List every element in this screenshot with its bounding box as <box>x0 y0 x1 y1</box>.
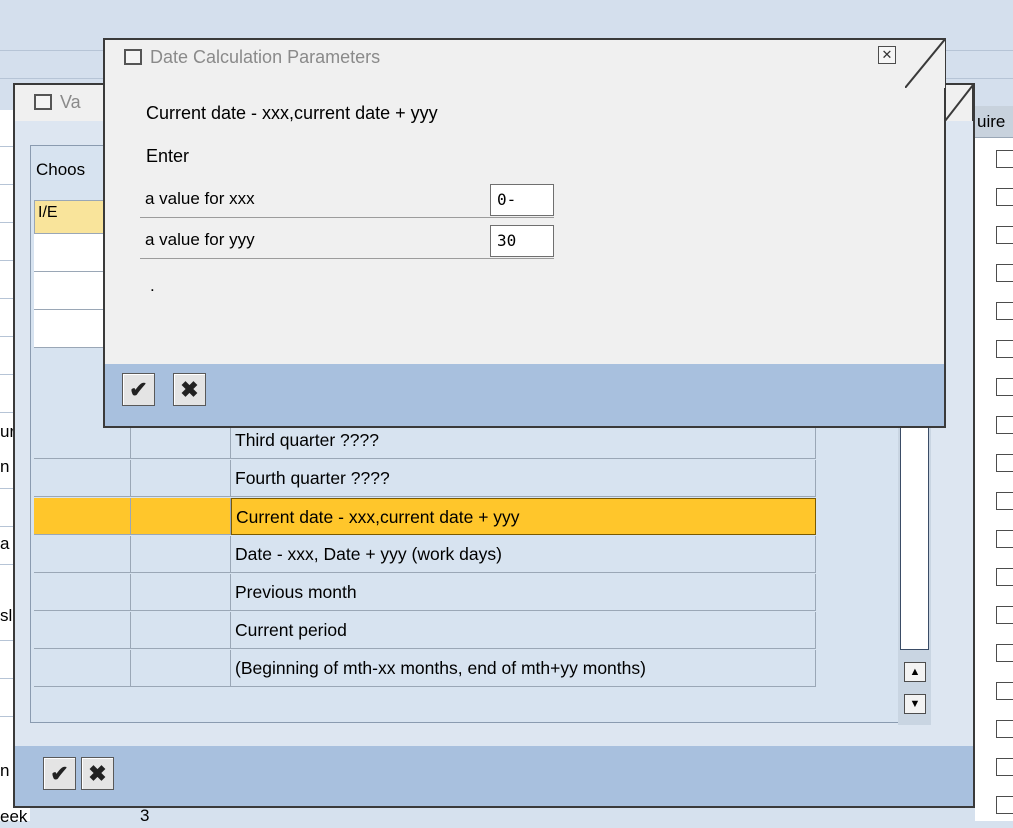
confirm-button[interactable]: ✔ <box>43 757 76 790</box>
background-checkbox[interactable] <box>996 454 1013 472</box>
window-icon <box>124 49 142 65</box>
param-label: a value for xxx <box>145 189 255 208</box>
background-checkbox[interactable] <box>996 720 1013 738</box>
row-label: Fourth quarter ???? <box>231 460 816 497</box>
row-label: Current period <box>231 612 816 649</box>
row-cell <box>131 498 231 535</box>
param-label: a value for yyy <box>145 230 255 249</box>
background-checkbox[interactable] <box>996 340 1013 358</box>
value-list-row[interactable]: Current period <box>34 612 816 649</box>
value-list-row[interactable]: Previous month <box>34 574 816 611</box>
row-cell <box>131 536 231 573</box>
background-cell-value: 3 <box>140 806 150 825</box>
confirm-button[interactable]: ✔ <box>122 373 155 406</box>
row-cell <box>131 612 231 649</box>
choose-label: Choos <box>36 160 86 179</box>
value-list-row-selected[interactable]: Current date - xxx,current date + yyy <box>34 498 816 535</box>
background-checkbox[interactable] <box>996 644 1013 662</box>
value-dialog-title: Va <box>60 92 81 112</box>
background-checkbox[interactable] <box>996 188 1013 206</box>
row-label: Current date - xxx,current date + yyy <box>231 498 816 535</box>
row-label: (Beginning of mth-xx months, end of mth+… <box>231 650 816 687</box>
background-checkbox[interactable] <box>996 492 1013 510</box>
background-checkbox[interactable] <box>996 682 1013 700</box>
background-checkbox[interactable] <box>996 150 1013 168</box>
close-icon[interactable]: ✕ <box>878 46 896 64</box>
param-row-yyy: a value for yyy 30 <box>140 221 554 259</box>
row-cell <box>34 612 131 649</box>
scroll-down-icon[interactable]: ▼ <box>904 694 926 714</box>
yyy-value-input[interactable]: 30 <box>490 225 554 257</box>
scroll-up-icon[interactable]: ▲ <box>904 662 926 682</box>
window-icon <box>34 94 52 110</box>
xxx-value-input[interactable]: 0- <box>490 184 554 216</box>
background-checkbox[interactable] <box>996 606 1013 624</box>
value-list-row[interactable]: (Beginning of mth-xx months, end of mth+… <box>34 650 816 687</box>
value-dialog-footer <box>15 746 973 806</box>
background-checkbox[interactable] <box>996 758 1013 776</box>
cancel-x-icon: ✖ <box>88 761 107 786</box>
date-formula-text: Current date - xxx,current date + yyy <box>146 103 438 123</box>
dialog-corner-icon <box>905 38 946 88</box>
background-checkbox[interactable] <box>996 796 1013 814</box>
row-cell <box>34 460 131 497</box>
background-checkbox[interactable] <box>996 568 1013 586</box>
cancel-button[interactable]: ✖ <box>173 373 206 406</box>
date-dialog-title: Date Calculation Parameters <box>150 47 381 67</box>
background-checkbox[interactable] <box>996 530 1013 548</box>
row-cell <box>34 498 131 535</box>
row-label: Date - xxx, Date + yyy (work days) <box>231 536 816 573</box>
checkmark-icon: ✔ <box>50 761 69 786</box>
dialog-corner-icon <box>945 85 973 121</box>
cancel-x-icon: ✖ <box>180 377 199 402</box>
background-checkbox[interactable] <box>996 416 1013 434</box>
background-column-header: uire <box>975 106 1013 138</box>
cancel-button[interactable]: ✖ <box>81 757 114 790</box>
value-list-row[interactable]: Date - xxx, Date + yyy (work days) <box>34 536 816 573</box>
row-cell <box>131 460 231 497</box>
checkmark-icon: ✔ <box>129 377 148 402</box>
trailing-text: . <box>150 276 155 295</box>
background-checkbox[interactable] <box>996 226 1013 244</box>
param-row-xxx: a value for xxx 0- <box>140 180 554 218</box>
row-cell <box>131 574 231 611</box>
row-cell <box>34 536 131 573</box>
background-checkbox[interactable] <box>996 378 1013 396</box>
value-list-row[interactable]: Fourth quarter ???? <box>34 460 816 497</box>
enter-prompt: Enter <box>146 146 190 166</box>
row-label: Previous month <box>231 574 816 611</box>
background-checkbox[interactable] <box>996 264 1013 282</box>
date-dialog-footer <box>105 364 944 426</box>
row-cell <box>131 650 231 687</box>
scrollbar-thumb[interactable] <box>900 420 929 650</box>
background-cut-label: eek <box>0 807 28 826</box>
background-checkbox[interactable] <box>996 302 1013 320</box>
row-cell <box>34 650 131 687</box>
row-cell <box>34 574 131 611</box>
